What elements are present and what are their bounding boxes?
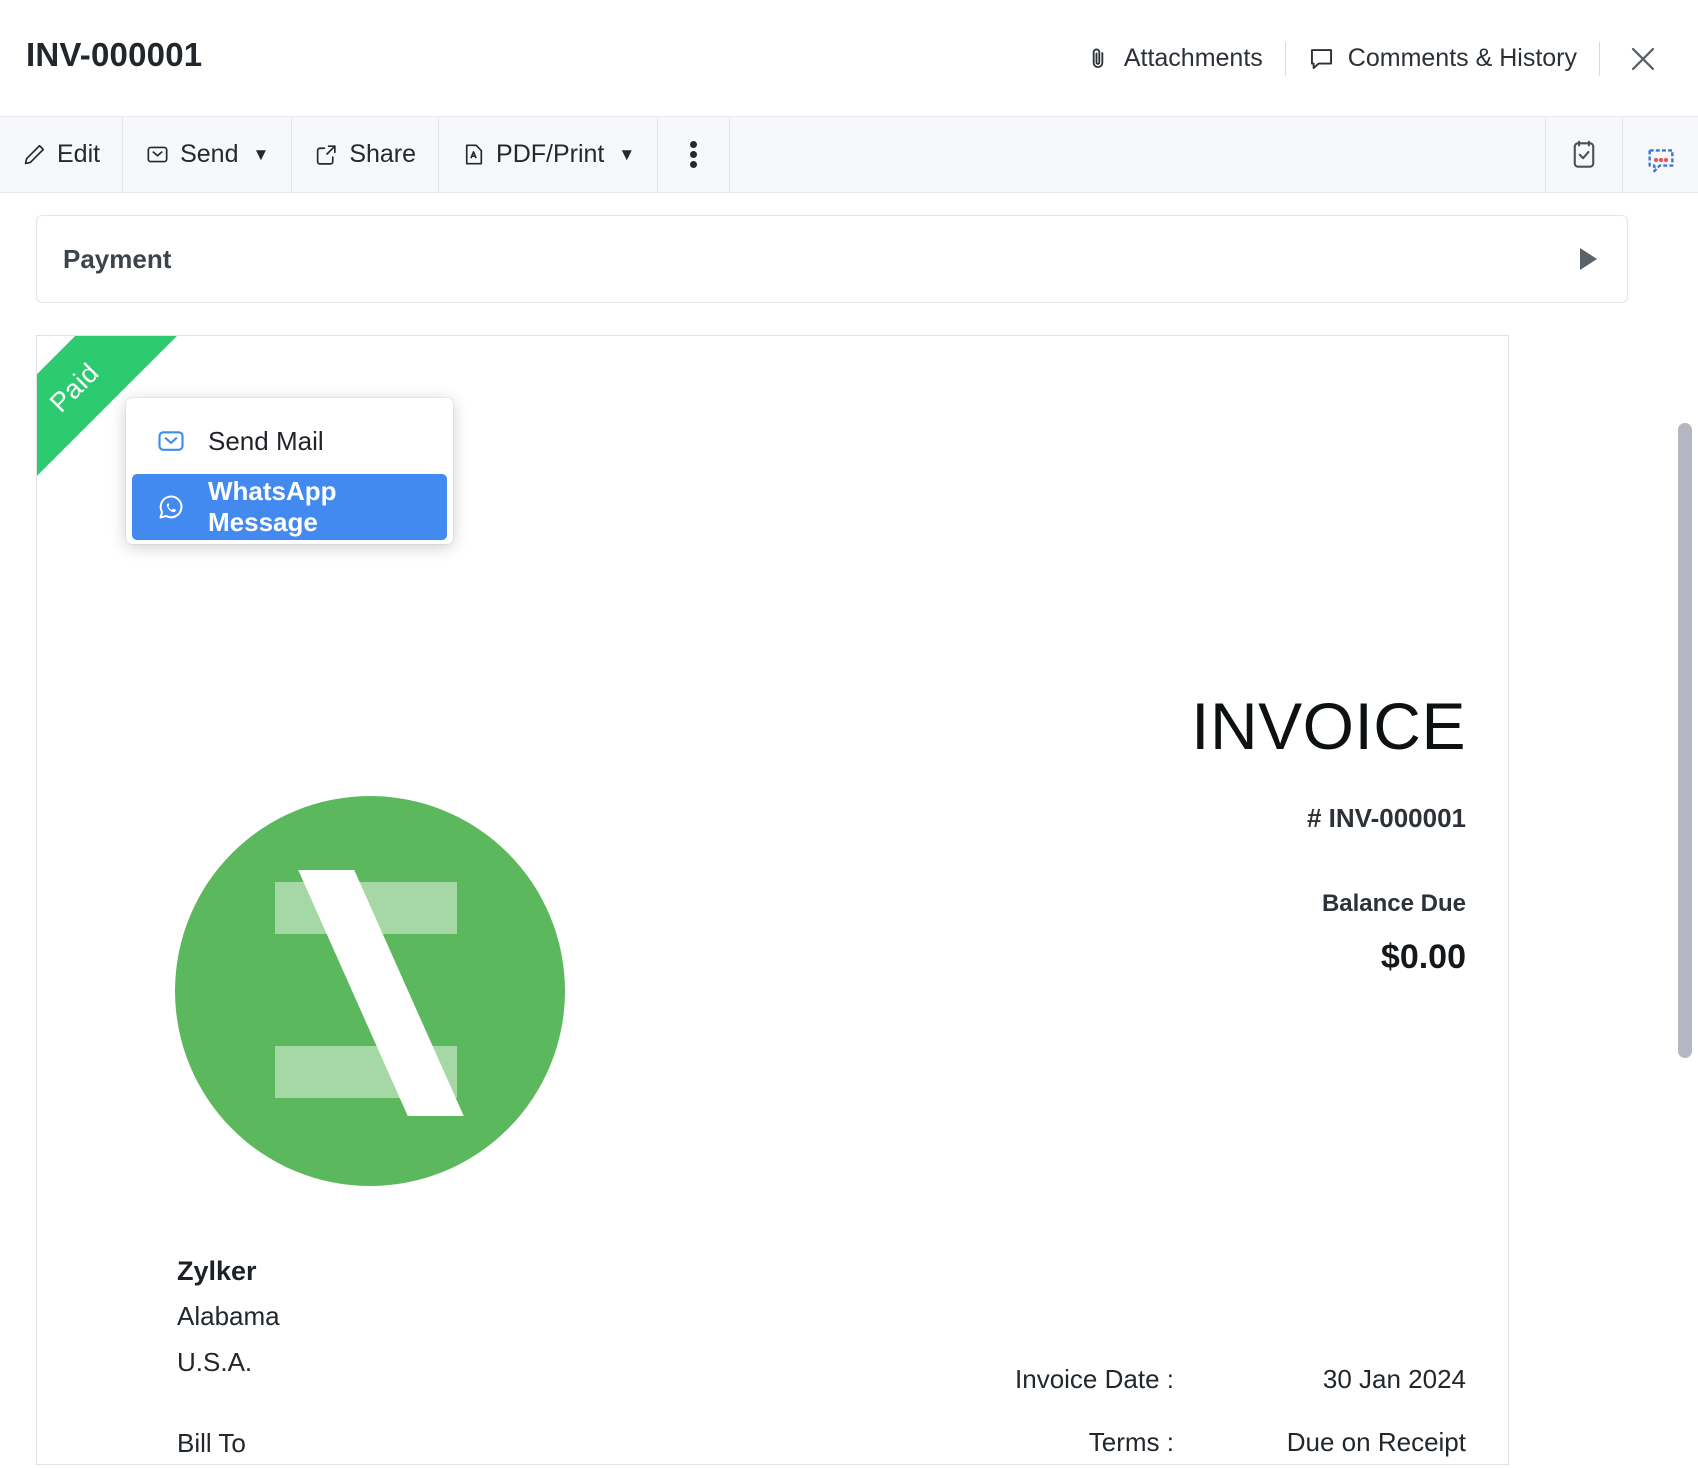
whatsapp-icon [156, 492, 186, 522]
page-title: INV-000001 [26, 36, 202, 74]
edit-label: Edit [57, 140, 100, 169]
invoice-detail-window: INV-000001 Attachments Comments & Histor… [0, 0, 1698, 1468]
company-logo [175, 796, 565, 1186]
terms-value: Due on Receipt [1196, 1427, 1466, 1458]
invoice-header-block: INVOICE # INV-000001 Balance Due $0.00 [846, 693, 1466, 977]
chevron-down-icon: ▼ [252, 145, 269, 165]
pencil-icon [22, 142, 47, 167]
edit-button[interactable]: Edit [0, 117, 123, 192]
send-button[interactable]: Send ▼ [123, 117, 292, 192]
share-icon [314, 142, 339, 167]
invoice-date-value: 30 Jan 2024 [1196, 1364, 1466, 1395]
pdf-icon [461, 142, 486, 167]
window-header: INV-000001 Attachments Comments & Histor… [0, 0, 1698, 117]
scrollbar-thumb[interactable] [1678, 423, 1692, 1058]
header-actions: Attachments Comments & History [1063, 0, 1680, 117]
balance-due-label: Balance Due [846, 890, 1466, 918]
vertical-scrollbar[interactable] [1678, 393, 1692, 1463]
menu-item-whatsapp-label: WhatsApp Message [208, 476, 423, 538]
close-button[interactable] [1600, 42, 1680, 76]
menu-item-send-mail[interactable]: Send Mail [132, 408, 447, 474]
action-toolbar: Edit Send ▼ Share [0, 117, 1698, 193]
tasks-button[interactable] [1546, 117, 1622, 192]
attachments-label: Attachments [1124, 44, 1263, 73]
terms-label: Terms : [866, 1427, 1196, 1458]
organization-name: Zylker [177, 1256, 280, 1287]
share-button[interactable]: Share [292, 117, 439, 192]
payment-section-label: Payment [63, 244, 171, 275]
invoice-date-label: Invoice Date : [866, 1364, 1196, 1395]
pdf-print-button[interactable]: PDF/Print ▼ [439, 117, 658, 192]
attachments-button[interactable]: Attachments [1063, 44, 1285, 73]
invoice-number: # INV-000001 [846, 803, 1466, 834]
envelope-icon-menu [156, 426, 186, 456]
organization-address: Zylker Alabama U.S.A. [177, 1256, 280, 1393]
invoice-title: INVOICE [846, 693, 1466, 759]
meta-row-invoice-date: Invoice Date : 30 Jan 2024 [766, 1364, 1466, 1395]
paperclip-icon [1085, 45, 1111, 73]
chat-bubble-icon [1308, 45, 1335, 72]
clipboard-check-icon [1569, 139, 1599, 171]
more-actions-button[interactable] [658, 117, 730, 192]
menu-item-whatsapp-message[interactable]: WhatsApp Message [132, 474, 447, 540]
payment-section-bar[interactable]: Payment [36, 215, 1628, 303]
pdf-print-label: PDF/Print [496, 140, 604, 169]
comments-button[interactable] [1622, 117, 1698, 192]
menu-item-send-mail-label: Send Mail [208, 426, 324, 457]
comment-dots-icon [1645, 144, 1677, 165]
play-triangle-icon[interactable] [1580, 248, 1597, 270]
comments-history-label: Comments & History [1348, 44, 1577, 73]
envelope-icon [145, 142, 170, 167]
meta-row-terms: Terms : Due on Receipt [766, 1427, 1466, 1458]
organization-line-1: Alabama [177, 1301, 280, 1332]
chevron-down-icon-2: ▼ [618, 145, 635, 165]
balance-due-amount: $0.00 [846, 938, 1466, 977]
organization-line-2: U.S.A. [177, 1347, 280, 1378]
comments-history-button[interactable]: Comments & History [1286, 44, 1599, 73]
share-label: Share [349, 140, 416, 169]
close-icon [1626, 42, 1660, 76]
invoice-body: Payment Paid Zylker Alabama U.S.A. Bi [0, 193, 1698, 1468]
send-label: Send [180, 140, 238, 169]
send-dropdown-menu: Send Mail WhatsApp Message [126, 398, 453, 544]
bill-to-heading: Bill To [177, 1428, 415, 1459]
bill-to-section: Bill To Patricia Boyle 6649 N Blue Gum S… [177, 1428, 415, 1465]
kebab-menu-icon [690, 138, 697, 171]
invoice-meta-table: Invoice Date : 30 Jan 2024 Terms : Due o… [766, 1364, 1466, 1465]
toolbar-spacer [730, 117, 1546, 192]
status-badge: Paid [43, 357, 105, 419]
